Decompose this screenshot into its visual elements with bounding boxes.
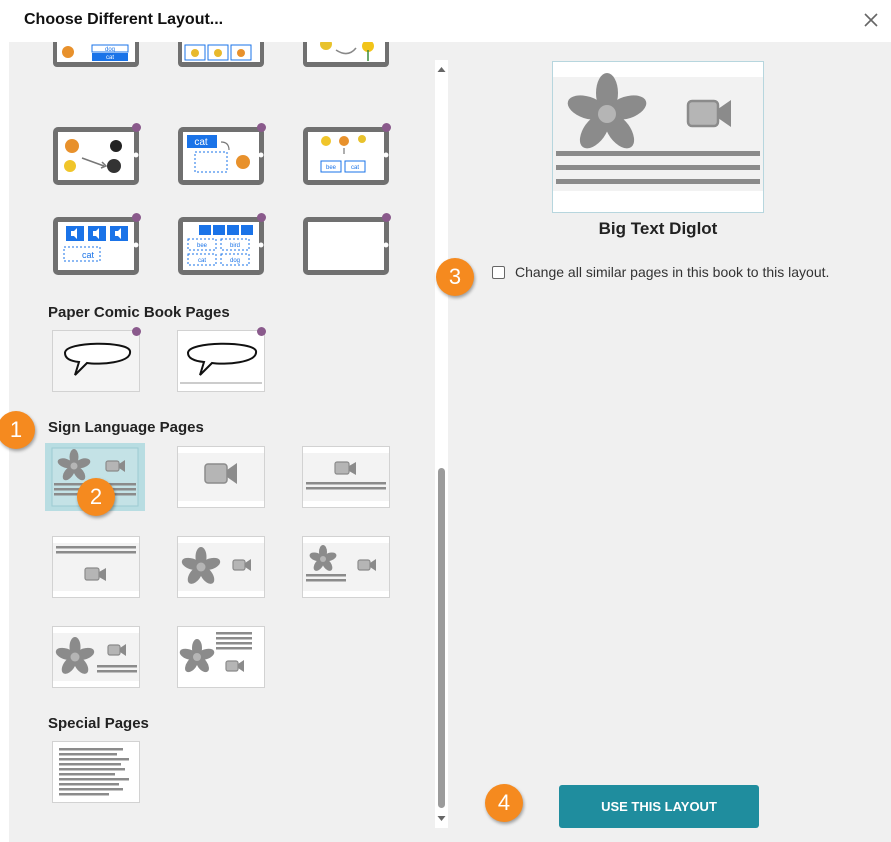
- change-all-pages-checkbox[interactable]: [492, 266, 505, 279]
- layout-thumb-tablet-animals-arrow[interactable]: [52, 124, 140, 186]
- scroll-down-arrow-icon[interactable]: [435, 814, 448, 824]
- layout-thumb-tablet-word-drag[interactable]: cat: [177, 124, 265, 186]
- word-cat-4: cat: [82, 250, 95, 260]
- section-heading-sign-language: Sign Language Pages: [48, 419, 204, 436]
- layout-thumb-text-only[interactable]: [52, 741, 140, 803]
- layout-thumb-image-text-video[interactable]: [177, 626, 265, 688]
- layout-thumb-text-video[interactable]: [52, 536, 140, 598]
- word-dog-2: dog: [230, 258, 240, 264]
- premium-dot: [257, 213, 266, 222]
- layout-thumb-tablet-sort-words[interactable]: bee cat: [302, 124, 390, 186]
- layout-thumb-tablet-bee-flower[interactable]: [302, 42, 390, 90]
- choose-layout-dialog: Choose Different Layout... dog cat cat b…: [0, 0, 891, 842]
- section-heading-paper-comic: Paper Comic Book Pages: [48, 304, 230, 321]
- change-all-pages-label[interactable]: Change all similar pages in this book to…: [515, 264, 829, 280]
- layout-list-scrollbar[interactable]: [435, 60, 448, 828]
- layout-thumb-image-video[interactable]: [177, 536, 265, 598]
- use-this-layout-button[interactable]: USE THIS LAYOUT: [559, 785, 759, 828]
- word-bird: bird: [230, 243, 240, 249]
- callout-badge-4: 4: [485, 784, 523, 822]
- dialog-title: Choose Different Layout...: [24, 11, 224, 28]
- premium-dot: [132, 123, 141, 132]
- callout-badge-3: 3: [436, 258, 474, 296]
- word-bee: bee: [326, 165, 337, 171]
- word-cat-5: cat: [198, 258, 206, 264]
- premium-dot: [382, 213, 391, 222]
- premium-dot: [382, 123, 391, 132]
- premium-dot: [132, 327, 141, 336]
- word-cat-2: cat: [194, 137, 208, 148]
- layout-name: Big Text Diglot: [598, 219, 718, 238]
- scroll-up-arrow-icon[interactable]: [435, 64, 448, 74]
- layout-thumb-comic-bubble[interactable]: [52, 330, 140, 392]
- premium-dot: [132, 213, 141, 222]
- premium-dot: [257, 123, 266, 132]
- close-icon[interactable]: [861, 10, 881, 30]
- premium-dot: [257, 327, 266, 336]
- section-heading-special: Special Pages: [48, 715, 149, 732]
- word-cat: cat: [106, 55, 114, 61]
- layout-thumb-tablet-listen-grid[interactable]: bee bird cat dog: [177, 214, 265, 276]
- layout-thumb-tablet-blank[interactable]: [302, 214, 390, 276]
- layout-preview: [552, 61, 764, 213]
- dialog-header: Choose Different Layout...: [0, 0, 891, 42]
- layout-thumb-comic-bubble-caption[interactable]: [177, 330, 265, 392]
- word-dog: dog: [105, 47, 115, 53]
- layout-thumb-video-text[interactable]: [302, 446, 390, 508]
- layout-list: dog cat cat bee cat cat bee bird cat dog…: [9, 42, 433, 842]
- layout-thumb-video[interactable]: [177, 446, 265, 508]
- word-cat-3: cat: [351, 165, 359, 171]
- layout-thumb-tablet-listen-word[interactable]: cat: [52, 214, 140, 276]
- layout-thumb-tablet-animals[interactable]: [177, 42, 265, 90]
- word-bee-2: bee: [197, 243, 208, 249]
- layout-thumb-tablet-words[interactable]: dog cat: [52, 42, 140, 90]
- callout-badge-2: 2: [77, 478, 115, 516]
- scrollbar-thumb[interactable]: [438, 468, 445, 808]
- layout-thumb-image-video-text-right[interactable]: [52, 626, 140, 688]
- layout-thumb-image-video-caption[interactable]: [302, 536, 390, 598]
